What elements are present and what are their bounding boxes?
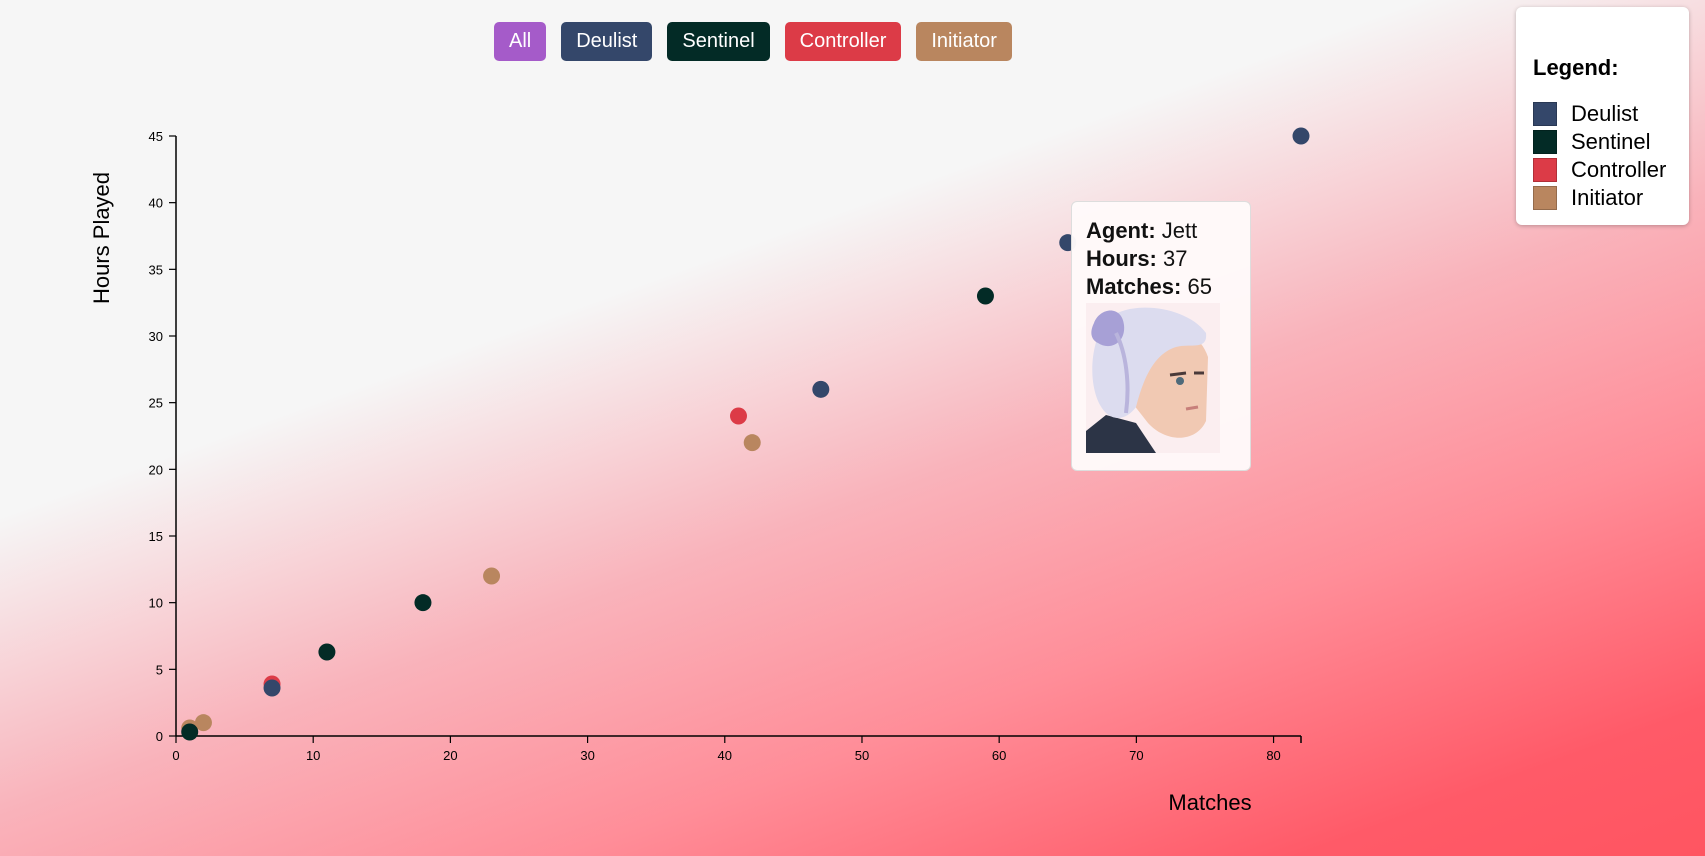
legend-item-sentinel: Sentinel bbox=[1533, 129, 1651, 155]
legend-label: Deulist bbox=[1571, 101, 1639, 126]
data-point-sentinel bbox=[976, 287, 994, 305]
legend-label: Sentinel bbox=[1571, 129, 1651, 154]
tooltip-hours-value: 37 bbox=[1163, 246, 1188, 271]
tooltip-agent-row: Agent: Jett bbox=[1086, 217, 1236, 245]
data-point-controller bbox=[730, 407, 747, 425]
agent-portrait-image bbox=[1086, 303, 1220, 453]
data-point-sentinel bbox=[318, 643, 336, 661]
data-point-deulist bbox=[812, 380, 830, 398]
tooltip-matches-key: Matches: bbox=[1086, 274, 1182, 299]
y-tick-label: 10 bbox=[149, 596, 163, 611]
scatter-chart: 0 10 20 30 40 50 60 70 80 0 5 10 15 20 25 30 35 40 45 Matc… bbox=[89, 127, 1310, 815]
x-tick-label: 60 bbox=[992, 748, 1006, 763]
x-tick-label: 70 bbox=[1129, 748, 1143, 763]
legend-item-deulist: Deulist bbox=[1533, 101, 1638, 127]
x-tick-label: 40 bbox=[718, 748, 732, 763]
x-tick-label: 30 bbox=[580, 748, 594, 763]
y-tick-label: 20 bbox=[149, 462, 163, 477]
tooltip-agent-value: Jett bbox=[1161, 218, 1198, 243]
x-tick-label: 0 bbox=[172, 748, 179, 763]
tooltip-matches-value: 65 bbox=[1187, 274, 1212, 299]
x-tick-label: 20 bbox=[443, 748, 457, 763]
data-point-initiator bbox=[483, 567, 501, 585]
legend-label: Controller bbox=[1571, 157, 1667, 182]
data-point-sentinel bbox=[414, 594, 432, 612]
tooltip-matches-row: Matches: 65 bbox=[1086, 273, 1236, 301]
legend-swatch-controller bbox=[1533, 158, 1557, 182]
legend-swatch-initiator bbox=[1533, 186, 1557, 210]
data-point-deulist bbox=[1292, 127, 1310, 145]
legend-swatch-sentinel bbox=[1533, 130, 1557, 154]
x-tick-label: 80 bbox=[1266, 748, 1280, 763]
x-tick-label: 10 bbox=[306, 748, 320, 763]
tooltip-agent-key: Agent: bbox=[1086, 218, 1156, 243]
legend-swatch-deulist bbox=[1533, 102, 1557, 126]
x-axis-label: Matches bbox=[1168, 790, 1251, 815]
legend-label: Initiator bbox=[1571, 185, 1644, 210]
data-point-deulist bbox=[263, 679, 281, 697]
tooltip-hours-key: Hours: bbox=[1086, 246, 1157, 271]
y-tick-label: 35 bbox=[149, 262, 163, 277]
y-tick-label: 30 bbox=[149, 329, 163, 344]
legend-title: Legend: bbox=[1533, 55, 1619, 80]
agent-tooltip: Agent: Jett Hours: 37 Matches: 65 bbox=[1071, 201, 1251, 471]
tooltip-hours-row: Hours: 37 bbox=[1086, 245, 1236, 273]
legend-panel: Legend: Deulist Sentinel Controller Init… bbox=[1516, 7, 1689, 225]
data-point-sentinel bbox=[181, 723, 199, 741]
y-tick-label: 45 bbox=[149, 129, 163, 144]
y-tick-label: 5 bbox=[156, 662, 163, 677]
y-tick-label: 0 bbox=[156, 729, 163, 744]
y-tick-label: 15 bbox=[149, 529, 163, 544]
y-axis-label: Hours Played bbox=[89, 172, 114, 304]
y-tick-label: 40 bbox=[149, 196, 163, 211]
data-point-initiator bbox=[743, 434, 761, 452]
legend-item-initiator: Initiator bbox=[1533, 185, 1643, 211]
x-tick-label: 50 bbox=[855, 748, 869, 763]
legend-item-controller: Controller bbox=[1533, 157, 1666, 183]
y-tick-label: 25 bbox=[149, 396, 163, 411]
